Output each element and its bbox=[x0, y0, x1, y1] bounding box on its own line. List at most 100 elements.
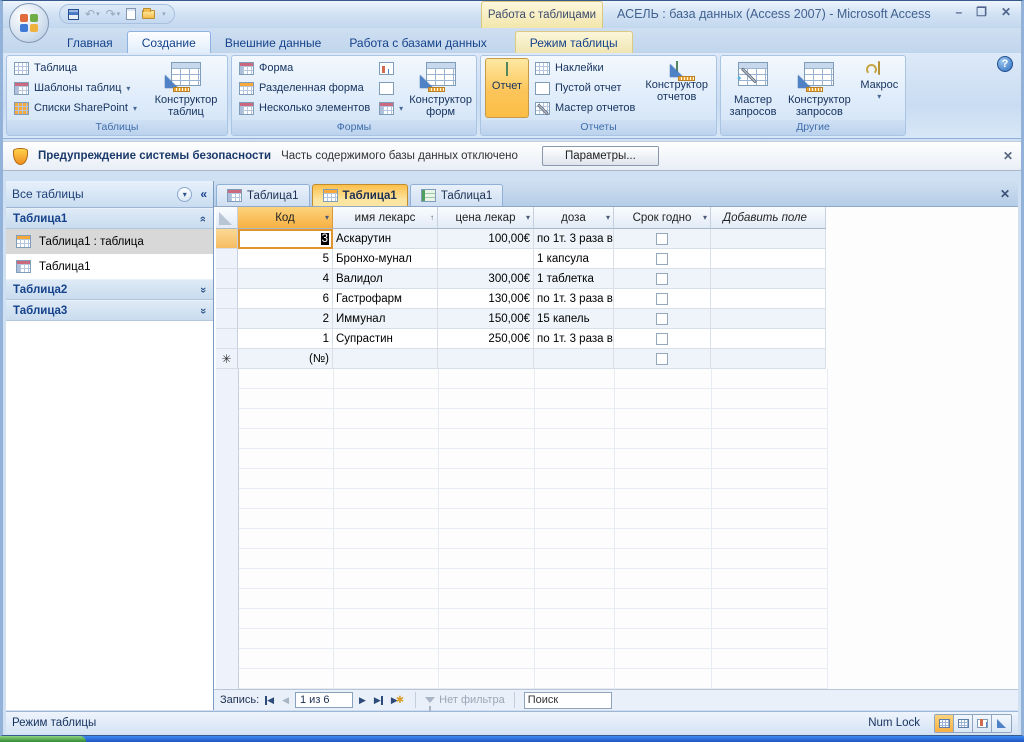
sharepoint-lists-button[interactable]: Списки SharePoint ▾ bbox=[11, 101, 146, 116]
cell-dose[interactable]: по 1т. 3 раза в bbox=[534, 229, 614, 249]
sidebar-item-table1-form[interactable]: Таблица1 bbox=[6, 254, 213, 279]
design-view-button[interactable] bbox=[992, 714, 1011, 732]
column-header-code[interactable]: Код ▾ bbox=[238, 207, 333, 229]
nav-menu-button[interactable]: ▾ bbox=[177, 186, 193, 202]
cell-add-field[interactable] bbox=[711, 229, 826, 249]
tab-home[interactable]: Главная bbox=[53, 32, 127, 53]
cell-expiry[interactable] bbox=[614, 329, 711, 349]
cell-price[interactable] bbox=[438, 249, 534, 269]
form-button[interactable]: Форма bbox=[236, 61, 373, 76]
query-wizard-button[interactable]: ✦ Мастер запросов bbox=[725, 58, 781, 118]
query-designer-button[interactable]: Конструктор запросов bbox=[784, 58, 855, 118]
blank-form-button[interactable] bbox=[376, 81, 406, 96]
pivottable-view-button[interactable] bbox=[954, 714, 973, 732]
cell-code[interactable]: 6 bbox=[238, 289, 333, 309]
cell-dose-new[interactable] bbox=[534, 349, 614, 369]
cell-dose[interactable]: 15 капель bbox=[534, 309, 614, 329]
new-button[interactable] bbox=[126, 8, 137, 20]
maximize-button[interactable]: ❐ bbox=[976, 5, 987, 19]
redo-button[interactable]: ↷ ▾ bbox=[106, 7, 121, 21]
search-input[interactable] bbox=[523, 691, 612, 709]
sort-ascending-icon[interactable]: ↑ bbox=[430, 213, 434, 222]
expiry-checkbox[interactable] bbox=[656, 272, 668, 285]
chevron-down-icon[interactable]: ▾ bbox=[703, 213, 707, 222]
row-selector[interactable] bbox=[216, 289, 238, 309]
cell-add-field[interactable] bbox=[711, 289, 826, 309]
expiry-checkbox[interactable] bbox=[656, 232, 668, 245]
form-designer-button[interactable]: Конструктор форм bbox=[409, 58, 472, 118]
navigation-pane-header[interactable]: Все таблицы ▾ « bbox=[6, 181, 213, 208]
expiry-checkbox[interactable] bbox=[656, 352, 668, 365]
close-button[interactable]: ✕ bbox=[1001, 5, 1011, 19]
row-selector[interactable] bbox=[216, 329, 238, 349]
cell-price[interactable]: 150,00€ bbox=[438, 309, 534, 329]
sidebar-item-table1-table[interactable]: Таблица1 : таблица bbox=[6, 229, 213, 254]
open-button[interactable] bbox=[142, 7, 156, 19]
chevron-down-icon[interactable]: ▾ bbox=[526, 213, 530, 222]
cell-dose[interactable]: 1 капсула bbox=[534, 249, 614, 269]
macro-button[interactable]: Макрос ▾ bbox=[858, 58, 901, 118]
cell-code[interactable]: 2 bbox=[238, 309, 333, 329]
windows-taskbar[interactable] bbox=[0, 736, 1024, 742]
last-record-button[interactable]: ▶ bbox=[372, 695, 385, 706]
shutter-bar-collapse-button[interactable]: « bbox=[200, 187, 207, 201]
previous-record-button[interactable]: ◀ bbox=[280, 695, 291, 706]
cell-add-field[interactable] bbox=[711, 269, 826, 289]
qat-customize-button[interactable]: ▾ bbox=[161, 10, 166, 18]
cell-code[interactable]: 5 bbox=[238, 249, 333, 269]
security-close-icon[interactable]: ✕ bbox=[1003, 149, 1013, 163]
table-templates-button[interactable]: Шаблоны таблиц ▾ bbox=[11, 81, 146, 96]
cell-add-field[interactable] bbox=[711, 329, 826, 349]
new-row-selector[interactable]: ✳ bbox=[216, 349, 238, 369]
cell-code[interactable]: 1 bbox=[238, 329, 333, 349]
cell-expiry[interactable] bbox=[614, 289, 711, 309]
cell-expiry[interactable] bbox=[614, 229, 711, 249]
cell-add-field[interactable] bbox=[711, 249, 826, 269]
start-button[interactable] bbox=[0, 736, 86, 742]
cell-price[interactable]: 130,00€ bbox=[438, 289, 534, 309]
cell-add-field-new[interactable] bbox=[711, 349, 826, 369]
column-header-dose[interactable]: доза ▾ bbox=[534, 207, 614, 229]
next-record-button[interactable]: ▶ bbox=[357, 695, 368, 706]
table-button[interactable]: Таблица bbox=[11, 61, 146, 76]
select-all-corner[interactable] bbox=[216, 207, 238, 229]
doc-tab-form[interactable]: Таблица1 bbox=[216, 184, 310, 206]
tab-datasheet-mode[interactable]: Режим таблицы bbox=[514, 31, 633, 53]
save-button[interactable] bbox=[68, 8, 79, 20]
cell-name[interactable]: Валидол bbox=[333, 269, 438, 289]
cell-name[interactable]: Иммунал bbox=[333, 309, 438, 329]
cell-code[interactable]: 4 bbox=[238, 269, 333, 289]
cell-name[interactable]: Аскарутин bbox=[333, 229, 438, 249]
column-header-expiry[interactable]: Срок годно ▾ bbox=[614, 207, 711, 229]
cell-dose[interactable]: по 1т. 3 раза в bbox=[534, 289, 614, 309]
security-options-button[interactable]: Параметры... bbox=[541, 146, 659, 166]
cell-name[interactable]: Гастрофарм bbox=[333, 289, 438, 309]
help-button[interactable]: ? bbox=[997, 56, 1013, 72]
cell-code-active[interactable]: 3 bbox=[238, 229, 333, 249]
cell-dose[interactable]: по 1т. 3 раза в bbox=[534, 329, 614, 349]
tab-database-tools[interactable]: Работа с базами данных bbox=[335, 32, 500, 53]
expiry-checkbox[interactable] bbox=[656, 252, 668, 265]
tab-create[interactable]: Создание bbox=[126, 31, 211, 53]
cell-price[interactable]: 250,00€ bbox=[438, 329, 534, 349]
first-record-button[interactable]: ◀ bbox=[263, 695, 276, 706]
cell-expiry[interactable] bbox=[614, 309, 711, 329]
document-close-icon[interactable]: ✕ bbox=[1000, 187, 1010, 201]
cell-price[interactable]: 100,00€ bbox=[438, 229, 534, 249]
pivotchart-button[interactable] bbox=[376, 61, 406, 76]
report-designer-button[interactable]: Конструктор отчетов bbox=[641, 58, 712, 118]
table-designer-button[interactable]: Конструктор таблиц bbox=[149, 58, 223, 118]
new-record-button[interactable]: ▶ ✱ bbox=[389, 695, 406, 706]
cell-expiry-new[interactable] bbox=[614, 349, 711, 369]
column-header-price[interactable]: цена лекар ▾ bbox=[438, 207, 534, 229]
sidebar-group-table1[interactable]: Таблица1 » bbox=[6, 208, 213, 229]
column-header-add-field[interactable]: Добавить поле bbox=[711, 207, 826, 229]
row-selector[interactable] bbox=[216, 309, 238, 329]
record-position-box[interactable]: 1 из 6 bbox=[295, 692, 353, 708]
cell-add-field[interactable] bbox=[711, 309, 826, 329]
expiry-checkbox[interactable] bbox=[656, 312, 668, 325]
datasheet-view-button[interactable] bbox=[935, 714, 954, 732]
sidebar-group-table3[interactable]: Таблица3 » bbox=[6, 300, 213, 321]
sidebar-group-table2[interactable]: Таблица2 » bbox=[6, 279, 213, 300]
chevron-down-icon[interactable]: ▾ bbox=[325, 213, 329, 222]
